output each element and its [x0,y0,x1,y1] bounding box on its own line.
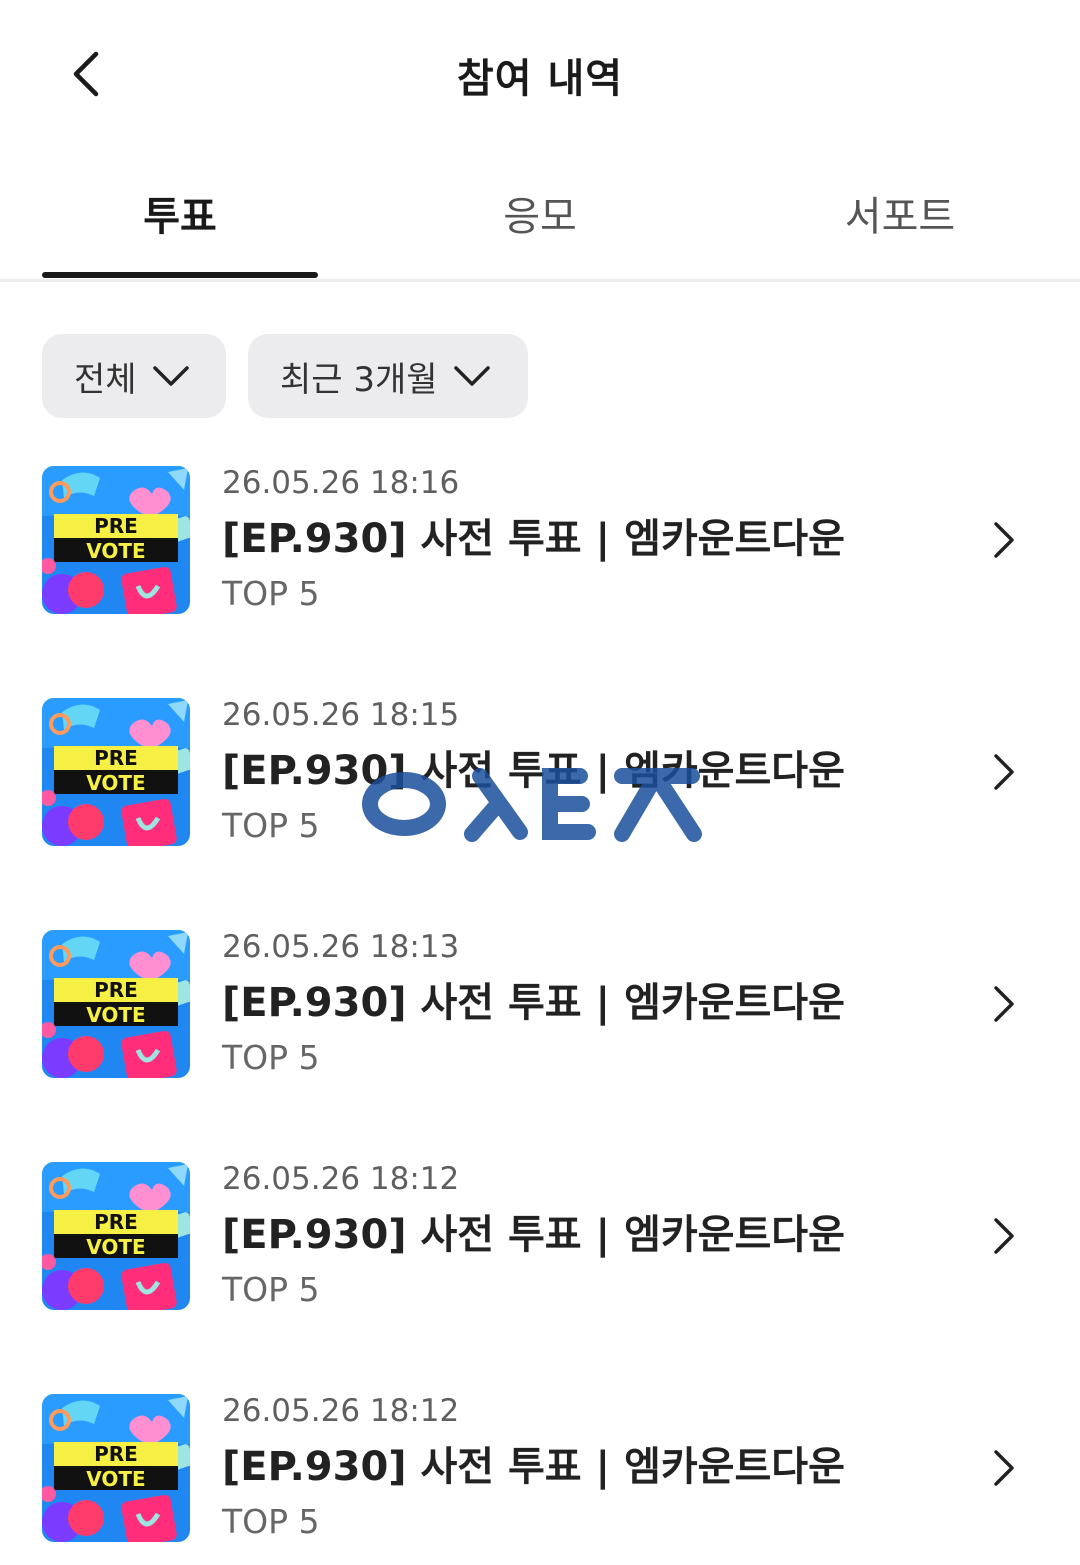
prevote-thumbnail: PRE VOTE [42,466,190,614]
category-filter-label: 전체 [74,359,137,400]
item-date: 26.05.26 18:12 [222,1161,460,1197]
badge-line2: VOTE [86,539,145,563]
item-rank: TOP 5 [222,1038,320,1077]
chevron-right-icon [994,986,1014,1022]
list-item[interactable]: PRE VOTE 26.05.26 18:12 [EP.930] 사전 투표 |… [0,1394,1080,1544]
badge-line1: PRE [94,978,138,1002]
item-meta: 26.05.26 18:16 [EP.930] 사전 투표 | 엠카운트다운 T… [222,466,845,612]
item-rank: TOP 5 [222,1270,320,1309]
item-meta: 26.05.26 18:13 [EP.930] 사전 투표 | 엠카운트다운 T… [222,930,845,1076]
header: 참여 내역 [0,0,1080,150]
badge-line2: VOTE [86,1235,145,1259]
chevron-right-icon [994,754,1014,790]
prevote-thumbnail: PRE VOTE [42,698,190,846]
tab-entry[interactable]: 응모 [402,184,678,242]
item-rank: TOP 5 [222,1502,320,1541]
tab-vote[interactable]: 투표 [42,184,318,242]
chevron-right-icon [994,1450,1014,1486]
period-filter-dropdown[interactable]: 최근 3개월 [248,334,528,418]
chevron-down-icon [152,366,189,386]
list-item[interactable]: PRE VOTE 26.05.26 18:13 [EP.930] 사전 투표 |… [0,930,1080,1080]
page-title: 참여 내역 [456,56,624,102]
tab-support[interactable]: 서포트 [762,184,1038,242]
page: 참여 내역 투표 응모 서포트 전체 최근 3개월 PRE VOTE 26.05… [0,0,1080,1565]
chevron-down-icon [453,366,490,386]
prevote-thumbnail: PRE VOTE [42,1394,190,1542]
item-title: [EP.930] 사전 투표 | 엠카운트다운 [222,1444,845,1490]
item-title: [EP.930] 사전 투표 | 엠카운트다운 [222,1212,845,1258]
list-item[interactable]: PRE VOTE 26.05.26 18:16 [EP.930] 사전 투표 |… [0,466,1080,616]
prevote-thumbnail: PRE VOTE [42,1162,190,1310]
badge-line1: PRE [94,1442,138,1466]
list-item[interactable]: PRE VOTE 26.05.26 18:15 [EP.930] 사전 투표 |… [0,698,1080,848]
tab-bar: 투표 응모 서포트 [0,150,1080,282]
item-rank: TOP 5 [222,574,320,613]
chevron-right-icon [994,522,1014,558]
item-date: 26.05.26 18:15 [222,697,460,733]
item-meta: 26.05.26 18:12 [EP.930] 사전 투표 | 엠카운트다운 T… [222,1394,845,1540]
chevron-right-icon [994,1218,1014,1254]
badge-line1: PRE [94,514,138,538]
category-filter-dropdown[interactable]: 전체 [42,334,226,418]
item-title: [EP.930] 사전 투표 | 엠카운트다운 [222,516,845,562]
badge-line1: PRE [94,746,138,770]
active-tab-indicator [42,272,318,278]
list-item[interactable]: PRE VOTE 26.05.26 18:12 [EP.930] 사전 투표 |… [0,1162,1080,1312]
item-meta: 26.05.26 18:15 [EP.930] 사전 투표 | 엠카운트다운 T… [222,698,845,844]
item-date: 26.05.26 18:12 [222,1393,460,1429]
badge-line2: VOTE [86,771,145,795]
item-title: [EP.930] 사전 투표 | 엠카운트다운 [222,980,845,1026]
badge-line1: PRE [94,1210,138,1234]
prevote-thumbnail: PRE VOTE [42,930,190,1078]
item-meta: 26.05.26 18:12 [EP.930] 사전 투표 | 엠카운트다운 T… [222,1162,845,1308]
badge-line2: VOTE [86,1467,145,1491]
item-date: 26.05.26 18:13 [222,929,460,965]
item-rank: TOP 5 [222,806,320,845]
badge-line2: VOTE [86,1003,145,1027]
item-title: [EP.930] 사전 투표 | 엠카운트다운 [222,748,845,794]
item-date: 26.05.26 18:16 [222,465,460,501]
period-filter-label: 최근 3개월 [280,359,438,400]
